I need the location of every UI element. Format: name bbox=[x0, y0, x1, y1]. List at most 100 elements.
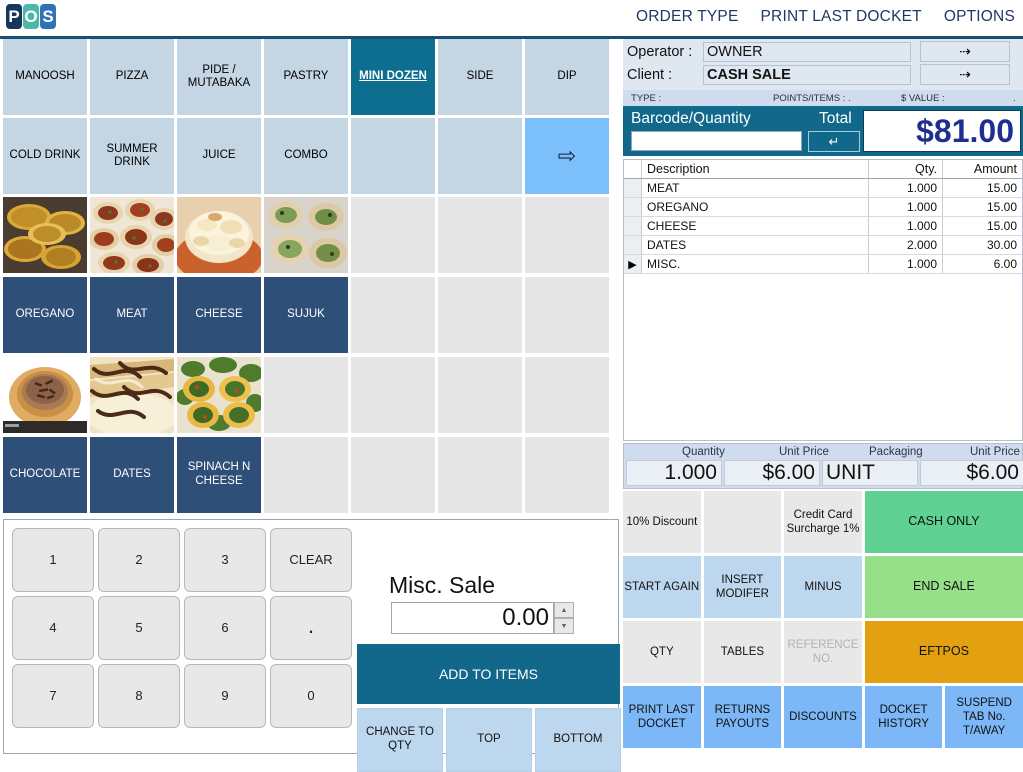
category-pide-mutabaka[interactable]: PIDE / MUTABAKA bbox=[177, 39, 261, 115]
total-amount: $81.00 bbox=[863, 110, 1021, 152]
ten-percent-discount-button[interactable]: 10% Discount bbox=[623, 491, 701, 553]
operator-value[interactable]: OWNER bbox=[703, 41, 911, 62]
stepper-down-icon[interactable]: ▼ bbox=[554, 618, 574, 634]
minus-button[interactable]: MINUS bbox=[784, 556, 862, 618]
product-spinach-n-cheese[interactable]: SPINACH N CHEESE bbox=[177, 437, 261, 513]
misc-sale-input[interactable]: 0.00 bbox=[391, 602, 554, 634]
keypad-row-3: 7 8 9 0 bbox=[12, 664, 352, 728]
product-image-cheese[interactable] bbox=[177, 197, 261, 273]
table-row[interactable]: OREGANO 1.000 15.00 bbox=[624, 198, 1022, 217]
key-6[interactable]: 6 bbox=[184, 596, 266, 660]
unit-price-value-1[interactable]: $6.00 bbox=[724, 460, 820, 486]
qty-button[interactable]: QTY bbox=[623, 621, 701, 683]
category-pastry[interactable]: PASTRY bbox=[264, 39, 348, 115]
eftpos-button[interactable]: EFTPOS bbox=[864, 621, 1023, 683]
menu-item-order-type[interactable]: ORDER TYPE bbox=[636, 8, 739, 26]
table-row-selected[interactable]: ▶ MISC. 1.000 6.00 bbox=[624, 255, 1022, 274]
key-5[interactable]: 5 bbox=[98, 596, 180, 660]
type-points-value-row: TYPE : POINTS/ITEMS : . $ VALUE : . bbox=[623, 90, 1023, 108]
product-image-chocolate[interactable] bbox=[3, 357, 87, 433]
print-last-docket-button[interactable]: PRINT LAST DOCKET bbox=[623, 686, 701, 748]
next-page-arrow-icon[interactable]: ⇨ bbox=[525, 118, 609, 194]
misc-sale-title: Misc. Sale bbox=[389, 572, 496, 598]
product-image-dates[interactable] bbox=[90, 357, 174, 433]
menu-item-options[interactable]: OPTIONS bbox=[944, 8, 1015, 26]
table-row[interactable]: CHEESE 1.000 15.00 bbox=[624, 217, 1022, 236]
product-image-spinach-n-cheese[interactable] bbox=[177, 357, 261, 433]
credit-card-surcharge-button[interactable]: Credit Card Surcharge 1% bbox=[784, 491, 862, 553]
key-0[interactable]: 0 bbox=[270, 664, 352, 728]
sale-panel: Operator : OWNER ⇢ Client : CASH SALE ⇢ … bbox=[623, 39, 1023, 757]
returns-payouts-button[interactable]: RETURNS PAYOUTS bbox=[703, 686, 782, 748]
key-9[interactable]: 9 bbox=[184, 664, 266, 728]
insert-modifier-button[interactable]: INSERT MODIFER bbox=[703, 556, 782, 618]
bottom-button[interactable]: BOTTOM bbox=[535, 708, 621, 772]
product-image-sujuk[interactable] bbox=[264, 197, 348, 273]
items-header-qty: Qty. bbox=[868, 160, 942, 178]
category-combo[interactable]: COMBO bbox=[264, 118, 348, 194]
key-1[interactable]: 1 bbox=[12, 528, 94, 592]
client-select-arrow-icon[interactable]: ⇢ bbox=[920, 64, 1010, 85]
add-to-items-button[interactable]: ADD TO ITEMS bbox=[357, 644, 620, 704]
table-row[interactable]: DATES 2.000 30.00 bbox=[624, 236, 1022, 255]
category-dip[interactable]: DIP bbox=[525, 39, 609, 115]
product-empty-7 bbox=[525, 437, 609, 513]
product-chocolate[interactable]: CHOCOLATE bbox=[3, 437, 87, 513]
table-row[interactable]: MEAT 1.000 15.00 bbox=[624, 179, 1022, 198]
action-row-4: PRINT LAST DOCKET RETURNS PAYOUTS DISCOU… bbox=[623, 686, 1023, 748]
key-decimal-point[interactable]: . bbox=[270, 596, 352, 660]
menu-item-print-last-docket[interactable]: PRINT LAST DOCKET bbox=[761, 8, 922, 26]
client-value[interactable]: CASH SALE bbox=[703, 64, 911, 85]
product-image-meat[interactable] bbox=[90, 197, 174, 273]
quantity-label: Quantity bbox=[682, 446, 725, 458]
end-sale-button[interactable]: END SALE bbox=[864, 556, 1023, 618]
product-meat[interactable]: MEAT bbox=[90, 277, 174, 353]
operator-select-arrow-icon[interactable]: ⇢ bbox=[920, 41, 1010, 62]
category-side[interactable]: SIDE bbox=[438, 39, 522, 115]
start-again-button[interactable]: START AGAIN bbox=[623, 556, 701, 618]
items-table[interactable]: Description Qty. Amount MEAT 1.000 15.00… bbox=[623, 159, 1023, 441]
category-juice[interactable]: JUICE bbox=[177, 118, 261, 194]
packaging-label: Packaging bbox=[869, 446, 923, 458]
product-sujuk[interactable]: SUJUK bbox=[264, 277, 348, 353]
product-image-oregano[interactable] bbox=[3, 197, 87, 273]
category-cold-drink[interactable]: COLD DRINK bbox=[3, 118, 87, 194]
key-8[interactable]: 8 bbox=[98, 664, 180, 728]
suspend-tab-button[interactable]: SUSPEND TAB No. T/AWAY bbox=[945, 686, 1023, 748]
top-button[interactable]: TOP bbox=[446, 708, 532, 772]
packaging-value[interactable]: UNIT bbox=[822, 460, 918, 486]
category-mini-dozen[interactable]: MINI DOZEN bbox=[351, 39, 435, 115]
product-image-empty-6 bbox=[438, 357, 522, 433]
key-4[interactable]: 4 bbox=[12, 596, 94, 660]
row-amount: 15.00 bbox=[942, 198, 1022, 216]
row-description: MEAT bbox=[647, 181, 680, 195]
key-2[interactable]: 2 bbox=[98, 528, 180, 592]
key-clear[interactable]: CLEAR bbox=[270, 528, 352, 592]
product-oregano[interactable]: OREGANO bbox=[3, 277, 87, 353]
barcode-input[interactable] bbox=[631, 131, 802, 151]
category-pizza[interactable]: PIZZA bbox=[90, 39, 174, 115]
discounts-button[interactable]: DISCOUNTS bbox=[784, 686, 862, 748]
operator-client-block: Operator : OWNER ⇢ Client : CASH SALE ⇢ bbox=[623, 39, 1023, 90]
docket-history-button[interactable]: DOCKET HISTORY bbox=[864, 686, 943, 748]
category-manoosh[interactable]: MANOOSH bbox=[3, 39, 87, 115]
row-marker bbox=[624, 179, 642, 197]
category-row-2: COLD DRINK SUMMER DRINK JUICE COMBO ⇨ bbox=[3, 118, 620, 194]
row-qty: 1.000 bbox=[868, 217, 942, 235]
key-3[interactable]: 3 bbox=[184, 528, 266, 592]
barcode-enter-icon[interactable]: ↵ bbox=[808, 131, 860, 152]
row-amount: 6.00 bbox=[942, 255, 1022, 273]
unit-price-value-2[interactable]: $6.00 bbox=[920, 460, 1023, 486]
quantity-value[interactable]: 1.000 bbox=[626, 460, 722, 486]
action-row-1: 10% Discount Credit Card Surcharge 1% CA… bbox=[623, 491, 1023, 553]
cash-only-button[interactable]: CASH ONLY bbox=[864, 491, 1023, 553]
product-cheese[interactable]: CHEESE bbox=[177, 277, 261, 353]
product-empty-2 bbox=[438, 277, 522, 353]
row-description: MISC. bbox=[647, 257, 681, 271]
change-to-qty-button[interactable]: CHANGE TO QTY bbox=[357, 708, 443, 772]
category-summer-drink[interactable]: SUMMER DRINK bbox=[90, 118, 174, 194]
key-7[interactable]: 7 bbox=[12, 664, 94, 728]
tables-button[interactable]: TABLES bbox=[703, 621, 782, 683]
product-dates[interactable]: DATES bbox=[90, 437, 174, 513]
stepper-up-icon[interactable]: ▲ bbox=[554, 602, 574, 618]
